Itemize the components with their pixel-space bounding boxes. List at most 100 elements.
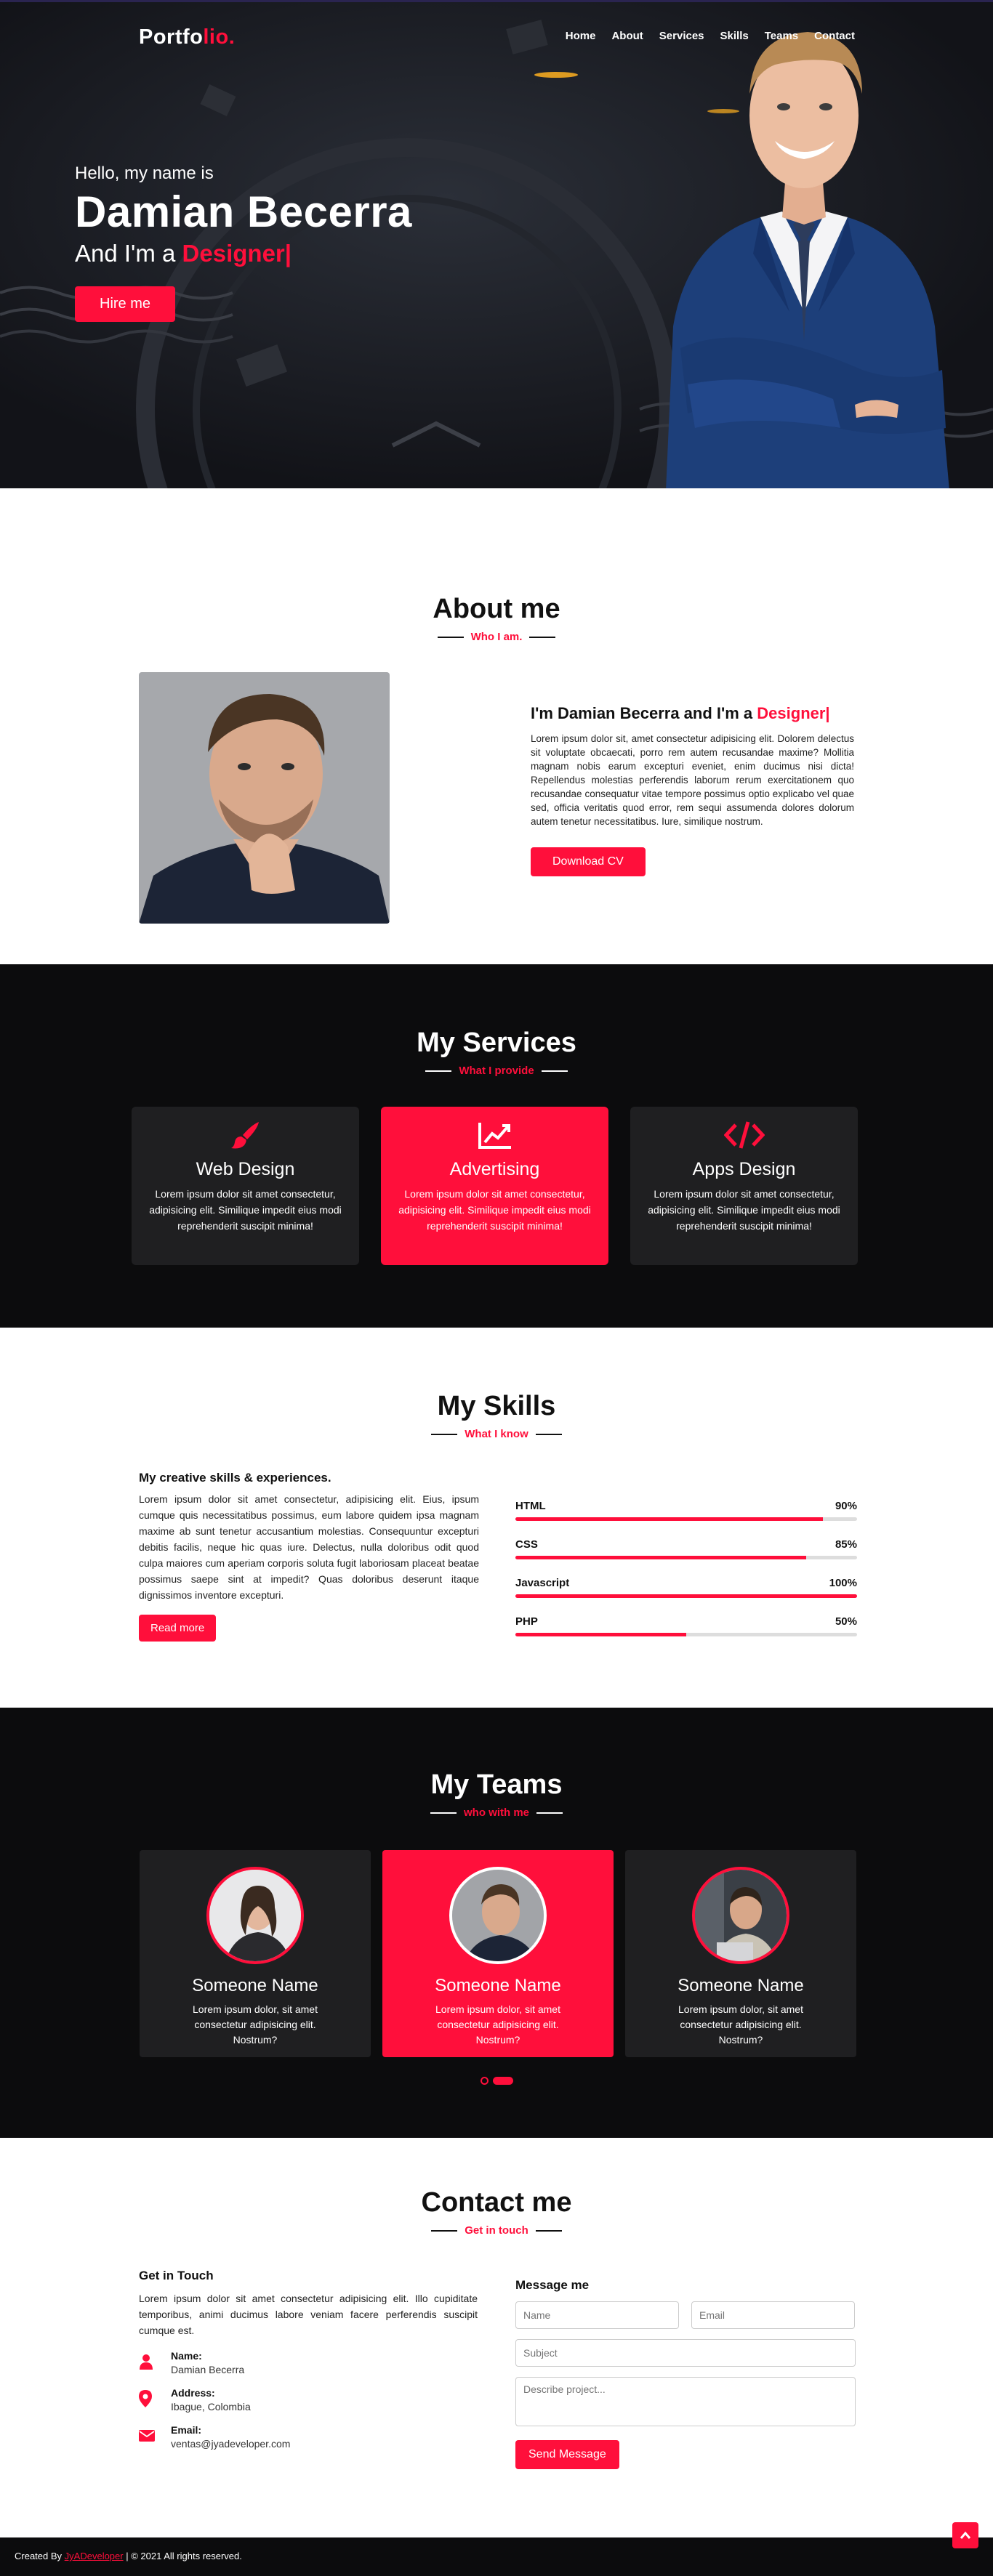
contact-info-text: Lorem ipsum dolor sit amet consectetur a… — [139, 2293, 478, 2336]
skill-percent: 50% — [835, 1615, 857, 1628]
contact-info-heading: Get in Touch — [139, 2269, 214, 2282]
scroll-to-top-button[interactable] — [952, 2522, 978, 2548]
teams-subtitle: who with me — [0, 1806, 993, 1819]
skill-percent: 85% — [835, 1538, 857, 1551]
contact-email: Email: ventas@jyadeveloper.com — [139, 2424, 478, 2450]
message-textarea[interactable] — [515, 2377, 856, 2426]
avatar — [692, 1867, 789, 1964]
skill-bar-fill — [515, 1633, 686, 1636]
nav-skills[interactable]: Skills — [720, 30, 749, 42]
site-logo[interactable]: Portfolio. — [139, 25, 235, 49]
skill-bars: HTML 90% CSS 85% Javascript 100% PHP 50% — [515, 1500, 857, 1654]
skills-section: My Skills What I know My creative skills… — [0, 1328, 993, 1708]
hero-portrait-image — [666, 32, 949, 488]
avatar — [206, 1867, 304, 1964]
map-marker-icon — [139, 2390, 152, 2407]
skill-name: HTML — [515, 1500, 546, 1512]
contact-subtitle: Get in touch — [0, 2224, 993, 2237]
services-title: My Services — [417, 1027, 576, 1058]
contact-form-heading: Message me — [515, 2278, 590, 2292]
skill-bar-css: CSS 85% — [515, 1538, 857, 1559]
nav-about[interactable]: About — [611, 30, 643, 42]
skill-name: PHP — [515, 1615, 538, 1628]
footer-credits: Created By JyADeveloper | © 2021 All rig… — [15, 2551, 242, 2561]
nav-home[interactable]: Home — [566, 30, 596, 42]
avatar — [449, 1867, 547, 1964]
service-text: Lorem ipsum dolor sit amet consectetur, … — [398, 1188, 591, 1232]
hero-intro: Hello, my name is Damian Becerra And I'm… — [75, 163, 412, 322]
team-member-text: Lorem ipsum dolor, sit amet consectetur … — [678, 2003, 803, 2046]
service-text: Lorem ipsum dolor sit amet consectetur, … — [149, 1188, 342, 1232]
user-icon — [140, 2354, 153, 2370]
hero-role: And I'm a Designer| — [75, 240, 292, 267]
about-title: About me — [433, 594, 560, 624]
service-card-web-design[interactable]: Web Design Lorem ipsum dolor sit amet co… — [132, 1107, 359, 1265]
skills-paragraph: Lorem ipsum dolor sit amet consectetur, … — [139, 1493, 479, 1601]
carousel-dot-active[interactable] — [492, 2077, 513, 2085]
service-title: Advertising — [449, 1159, 540, 1179]
contact-name: Name: Damian Becerra — [139, 2350, 478, 2375]
contact-title: Contact me — [421, 2187, 572, 2218]
chart-line-icon — [478, 1123, 511, 1149]
skill-bar-javascript: Javascript 100% — [515, 1577, 857, 1598]
teams-title: My Teams — [430, 1769, 563, 1800]
carousel-dot[interactable] — [480, 2077, 489, 2085]
nav-teams[interactable]: Teams — [765, 30, 798, 42]
team-card[interactable]: Someone Name Lorem ipsum dolor, sit amet… — [382, 1850, 614, 2057]
nav-contact[interactable]: Contact — [814, 30, 855, 42]
hero-section: Portfolio. Home About Services Skills Te… — [0, 0, 993, 488]
service-text: Lorem ipsum dolor sit amet consectetur, … — [648, 1188, 840, 1232]
team-card[interactable]: Someone Name Lorem ipsum dolor, sit amet… — [140, 1850, 371, 2057]
team-member-name: Someone Name — [435, 1976, 561, 1995]
skills-title: My Skills — [437, 1391, 556, 1421]
service-title: Apps Design — [692, 1159, 796, 1179]
skill-name: CSS — [515, 1538, 538, 1551]
about-description: I'm Damian Becerra and I'm a Designer| L… — [531, 704, 854, 876]
contact-info: Get in Touch Lorem ipsum dolor sit amet … — [139, 2269, 478, 2450]
teams-section: My Teams who with me Someone Name Lorem … — [0, 1708, 993, 2138]
team-carousel: Someone Name Lorem ipsum dolor, sit amet… — [140, 1850, 856, 2057]
services-cards: Web Design Lorem ipsum dolor sit amet co… — [132, 1107, 858, 1265]
download-cv-button[interactable]: Download CV — [531, 847, 646, 876]
service-card-apps-design[interactable]: Apps Design Lorem ipsum dolor sit amet c… — [630, 1107, 858, 1265]
service-card-advertising[interactable]: Advertising Lorem ipsum dolor sit amet c… — [381, 1107, 608, 1265]
skills-subtitle: What I know — [0, 1428, 993, 1440]
about-section: About me Who I am. I'm Damian Becerra an… — [0, 488, 993, 964]
nav-services[interactable]: Services — [659, 30, 704, 42]
about-heading: I'm Damian Becerra and I'm a Designer| — [531, 704, 830, 722]
email-input[interactable] — [691, 2301, 855, 2329]
skill-bar-fill — [515, 1556, 806, 1559]
contact-section: Contact me Get in touch Get in Touch Lor… — [0, 2138, 993, 2537]
skill-percent: 100% — [829, 1577, 857, 1589]
team-member-name: Someone Name — [192, 1976, 318, 1995]
footer: Created By JyADeveloper | © 2021 All rig… — [0, 2522, 993, 2576]
top-nav: Portfolio. Home About Services Skills Te… — [0, 15, 993, 59]
code-icon — [723, 1121, 765, 1149]
chevron-up-icon — [960, 2531, 971, 2539]
team-member-name: Someone Name — [678, 1976, 804, 1995]
read-more-button[interactable]: Read more — [139, 1615, 217, 1642]
about-portrait-image — [139, 672, 390, 924]
hero-hello: Hello, my name is — [75, 163, 214, 183]
skill-name: Javascript — [515, 1577, 570, 1589]
name-input[interactable] — [515, 2301, 679, 2329]
contact-address: Address: Ibague, Colombia — [139, 2387, 478, 2413]
subject-input[interactable] — [515, 2339, 856, 2367]
service-title: Web Design — [196, 1159, 295, 1179]
skill-bar-html: HTML 90% — [515, 1500, 857, 1521]
team-card[interactable]: Someone Name Lorem ipsum dolor, sit amet… — [625, 1850, 856, 2057]
author-link[interactable]: JyADeveloper — [65, 2551, 124, 2561]
hire-me-button[interactable]: Hire me — [75, 286, 176, 322]
skills-description: My creative skills & experiences. Lorem … — [139, 1471, 479, 1642]
services-subtitle: What I provide — [0, 1065, 993, 1077]
carousel-dots — [0, 2077, 993, 2085]
envelope-icon — [139, 2430, 155, 2442]
nav-menu: Home About Services Skills Teams Contact — [566, 30, 855, 42]
team-member-text: Lorem ipsum dolor, sit amet consectetur … — [435, 2003, 560, 2046]
skill-bar-php: PHP 50% — [515, 1615, 857, 1636]
skills-heading: My creative skills & experiences. — [139, 1471, 331, 1485]
send-message-button[interactable]: Send Message — [515, 2440, 619, 2469]
contact-form: Message me Send Message — [515, 2278, 856, 2469]
skill-bar-fill — [515, 1517, 823, 1521]
paint-brush-icon — [230, 1122, 259, 1149]
